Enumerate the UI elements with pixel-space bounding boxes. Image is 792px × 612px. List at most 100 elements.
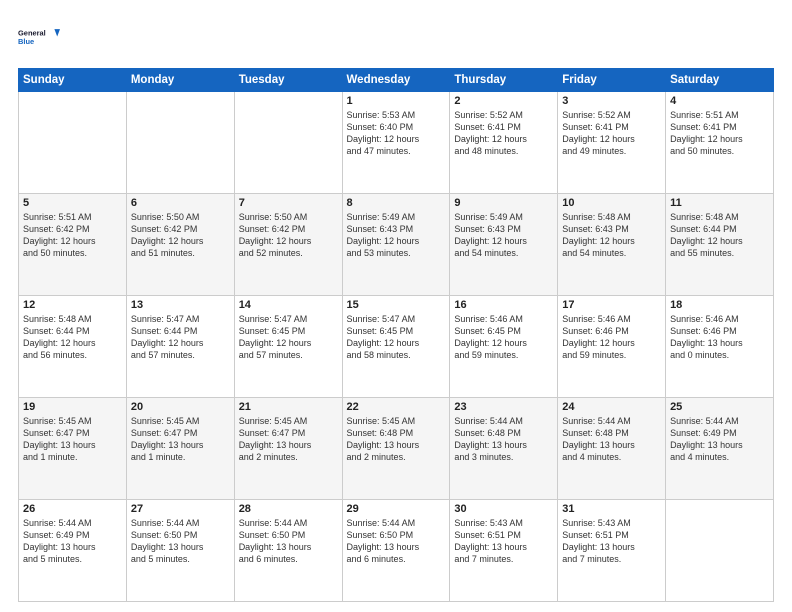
calendar-week-1: 1 Sunrise: 5:53 AM Sunset: 6:40 PM Daylig… — [19, 92, 774, 194]
calendar-cell: 17 Sunrise: 5:46 AM Sunset: 6:46 PM Dayli… — [558, 296, 666, 398]
weekday-header-tuesday: Tuesday — [234, 69, 342, 92]
calendar-table: SundayMondayTuesdayWednesdayThursdayFrid… — [18, 68, 774, 602]
cell-day-number: 13 — [131, 299, 230, 311]
cell-day-number: 8 — [347, 197, 446, 209]
cell-day-number: 18 — [670, 299, 769, 311]
calendar-cell: 20 Sunrise: 5:45 AM Sunset: 6:47 PM Dayli… — [126, 398, 234, 500]
cell-day-number: 3 — [562, 95, 661, 107]
cell-day-number: 21 — [239, 401, 338, 413]
cell-info-text: Sunrise: 5:45 AM Sunset: 6:48 PM Dayligh… — [347, 415, 446, 464]
cell-day-number: 16 — [454, 299, 553, 311]
calendar-cell: 6 Sunrise: 5:50 AM Sunset: 6:42 PM Daylig… — [126, 194, 234, 296]
calendar-cell — [126, 92, 234, 194]
cell-day-number: 20 — [131, 401, 230, 413]
cell-day-number: 26 — [23, 503, 122, 515]
svg-text:General: General — [18, 29, 46, 38]
page: General Blue SundayMondayTuesdayWednesda… — [0, 0, 792, 612]
cell-day-number: 14 — [239, 299, 338, 311]
cell-day-number: 2 — [454, 95, 553, 107]
calendar-cell: 11Sunrise: 5:48 AM Sunset: 6:44 PM Dayli… — [666, 194, 774, 296]
cell-day-number: 29 — [347, 503, 446, 515]
cell-info-text: Sunrise: 5:47 AM Sunset: 6:44 PM Dayligh… — [131, 313, 230, 362]
weekday-header-monday: Monday — [126, 69, 234, 92]
calendar-cell: 2 Sunrise: 5:52 AM Sunset: 6:41 PM Daylig… — [450, 92, 558, 194]
cell-info-text: Sunrise: 5:47 AM Sunset: 6:45 PM Dayligh… — [239, 313, 338, 362]
cell-info-text: Sunrise: 5:44 AM Sunset: 6:49 PM Dayligh… — [23, 517, 122, 566]
cell-day-number: 9 — [454, 197, 553, 209]
cell-day-number: 6 — [131, 197, 230, 209]
cell-info-text: Sunrise: 5:46 AM Sunset: 6:46 PM Dayligh… — [670, 313, 769, 362]
cell-info-text: Sunrise: 5:46 AM Sunset: 6:45 PM Dayligh… — [454, 313, 553, 362]
cell-day-number: 12 — [23, 299, 122, 311]
calendar-cell: 23Sunrise: 5:44 AM Sunset: 6:48 PM Dayli… — [450, 398, 558, 500]
calendar-cell: 30Sunrise: 5:43 AM Sunset: 6:51 PM Dayli… — [450, 500, 558, 602]
cell-info-text: Sunrise: 5:48 AM Sunset: 6:43 PM Dayligh… — [562, 211, 661, 260]
calendar-cell: 28 Sunrise: 5:44 AM Sunset: 6:50 PM Dayli… — [234, 500, 342, 602]
header: General Blue — [18, 16, 774, 58]
cell-info-text: Sunrise: 5:48 AM Sunset: 6:44 PM Dayligh… — [23, 313, 122, 362]
cell-day-number: 30 — [454, 503, 553, 515]
cell-info-text: Sunrise: 5:43 AM Sunset: 6:51 PM Dayligh… — [562, 517, 661, 566]
calendar-cell: 14 Sunrise: 5:47 AM Sunset: 6:45 PM Dayli… — [234, 296, 342, 398]
calendar-week-2: 5 Sunrise: 5:51 AM Sunset: 6:42 PM Daylig… — [19, 194, 774, 296]
cell-info-text: Sunrise: 5:46 AM Sunset: 6:46 PM Dayligh… — [562, 313, 661, 362]
cell-day-number: 28 — [239, 503, 338, 515]
weekday-header-row: SundayMondayTuesdayWednesdayThursdayFrid… — [19, 69, 774, 92]
cell-day-number: 5 — [23, 197, 122, 209]
cell-info-text: Sunrise: 5:49 AM Sunset: 6:43 PM Dayligh… — [347, 211, 446, 260]
weekday-header-wednesday: Wednesday — [342, 69, 450, 92]
cell-info-text: Sunrise: 5:44 AM Sunset: 6:50 PM Dayligh… — [347, 517, 446, 566]
cell-info-text: Sunrise: 5:47 AM Sunset: 6:45 PM Dayligh… — [347, 313, 446, 362]
calendar-cell: 9 Sunrise: 5:49 AM Sunset: 6:43 PM Daylig… — [450, 194, 558, 296]
calendar-cell: 10 Sunrise: 5:48 AM Sunset: 6:43 PM Dayli… — [558, 194, 666, 296]
cell-day-number: 22 — [347, 401, 446, 413]
cell-day-number: 24 — [562, 401, 661, 413]
cell-day-number: 17 — [562, 299, 661, 311]
calendar-cell: 31Sunrise: 5:43 AM Sunset: 6:51 PM Dayli… — [558, 500, 666, 602]
calendar-cell — [666, 500, 774, 602]
cell-info-text: Sunrise: 5:44 AM Sunset: 6:50 PM Dayligh… — [239, 517, 338, 566]
cell-info-text: Sunrise: 5:53 AM Sunset: 6:40 PM Dayligh… — [347, 109, 446, 158]
cell-info-text: Sunrise: 5:45 AM Sunset: 6:47 PM Dayligh… — [131, 415, 230, 464]
weekday-header-friday: Friday — [558, 69, 666, 92]
calendar-cell: 3 Sunrise: 5:52 AM Sunset: 6:41 PM Daylig… — [558, 92, 666, 194]
logo: General Blue — [18, 16, 60, 58]
calendar-cell: 12 Sunrise: 5:48 AM Sunset: 6:44 PM Dayli… — [19, 296, 127, 398]
calendar-cell: 5 Sunrise: 5:51 AM Sunset: 6:42 PM Daylig… — [19, 194, 127, 296]
cell-info-text: Sunrise: 5:51 AM Sunset: 6:41 PM Dayligh… — [670, 109, 769, 158]
svg-text:Blue: Blue — [18, 37, 34, 46]
cell-day-number: 1 — [347, 95, 446, 107]
cell-info-text: Sunrise: 5:50 AM Sunset: 6:42 PM Dayligh… — [239, 211, 338, 260]
cell-day-number: 7 — [239, 197, 338, 209]
calendar-cell: 24Sunrise: 5:44 AM Sunset: 6:48 PM Dayli… — [558, 398, 666, 500]
calendar-cell: 27Sunrise: 5:44 AM Sunset: 6:50 PM Dayli… — [126, 500, 234, 602]
calendar-cell: 29 Sunrise: 5:44 AM Sunset: 6:50 PM Dayli… — [342, 500, 450, 602]
calendar-cell: 15Sunrise: 5:47 AM Sunset: 6:45 PM Dayli… — [342, 296, 450, 398]
cell-info-text: Sunrise: 5:49 AM Sunset: 6:43 PM Dayligh… — [454, 211, 553, 260]
calendar-cell: 21 Sunrise: 5:45 AM Sunset: 6:47 PM Dayli… — [234, 398, 342, 500]
cell-info-text: Sunrise: 5:45 AM Sunset: 6:47 PM Dayligh… — [239, 415, 338, 464]
calendar-cell: 16 Sunrise: 5:46 AM Sunset: 6:45 PM Dayli… — [450, 296, 558, 398]
calendar-cell — [234, 92, 342, 194]
cell-day-number: 27 — [131, 503, 230, 515]
cell-info-text: Sunrise: 5:44 AM Sunset: 6:49 PM Dayligh… — [670, 415, 769, 464]
calendar-cell: 18 Sunrise: 5:46 AM Sunset: 6:46 PM Dayli… — [666, 296, 774, 398]
cell-day-number: 23 — [454, 401, 553, 413]
cell-day-number: 25 — [670, 401, 769, 413]
logo-icon: General Blue — [18, 16, 60, 58]
cell-info-text: Sunrise: 5:50 AM Sunset: 6:42 PM Dayligh… — [131, 211, 230, 260]
calendar-cell: 4 Sunrise: 5:51 AM Sunset: 6:41 PM Daylig… — [666, 92, 774, 194]
cell-day-number: 11 — [670, 197, 769, 209]
cell-info-text: Sunrise: 5:51 AM Sunset: 6:42 PM Dayligh… — [23, 211, 122, 260]
weekday-header-thursday: Thursday — [450, 69, 558, 92]
cell-info-text: Sunrise: 5:52 AM Sunset: 6:41 PM Dayligh… — [562, 109, 661, 158]
calendar-cell: 22 Sunrise: 5:45 AM Sunset: 6:48 PM Dayli… — [342, 398, 450, 500]
cell-info-text: Sunrise: 5:52 AM Sunset: 6:41 PM Dayligh… — [454, 109, 553, 158]
calendar-week-3: 12 Sunrise: 5:48 AM Sunset: 6:44 PM Dayli… — [19, 296, 774, 398]
weekday-header-saturday: Saturday — [666, 69, 774, 92]
cell-day-number: 4 — [670, 95, 769, 107]
calendar-cell: 8 Sunrise: 5:49 AM Sunset: 6:43 PM Daylig… — [342, 194, 450, 296]
calendar-cell: 26 Sunrise: 5:44 AM Sunset: 6:49 PM Dayli… — [19, 500, 127, 602]
cell-day-number: 10 — [562, 197, 661, 209]
calendar-cell: 1 Sunrise: 5:53 AM Sunset: 6:40 PM Daylig… — [342, 92, 450, 194]
